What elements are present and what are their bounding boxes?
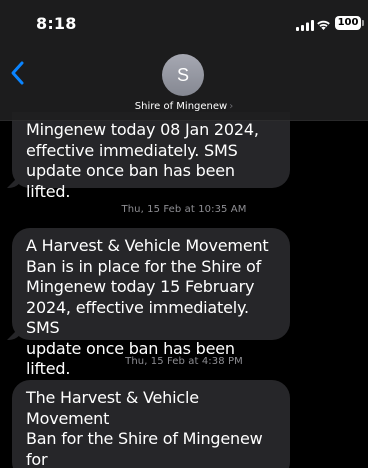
message-timestamp: Thu, 15 Feb at 10:35 AM	[0, 204, 368, 215]
message-timestamp: Thu, 15 Feb at 4:38 PM	[0, 356, 368, 367]
timestamp-day: Thu, 15 Feb	[121, 204, 182, 215]
status-time: 8:18	[36, 14, 77, 33]
message-bubble[interactable]: Mingenew today 08 Jan 2024, effective im…	[12, 112, 290, 201]
timestamp-time: at 10:35 AM	[184, 204, 247, 215]
chevron-right-icon: ›	[229, 101, 234, 112]
chevron-left-icon[interactable]	[8, 60, 28, 86]
cellular-signal-icon	[296, 20, 314, 31]
timestamp-day: Thu, 15 Feb	[125, 356, 186, 367]
contact-name-label: Shire of Mingenew	[134, 101, 228, 112]
message-bubble[interactable]: A Harvest & Vehicle Movement Ban is in p…	[12, 228, 290, 378]
wifi-icon	[317, 20, 330, 30]
battery-icon: 100	[335, 16, 364, 30]
messages-screen: Mingenew today 08 Jan 2024, effective im…	[0, 0, 368, 468]
message-bubble[interactable]: The Harvest & Vehicle Movement Ban for t…	[12, 380, 290, 468]
timestamp-time: at 4:38 PM	[188, 356, 243, 367]
status-bar: 8:18 100	[0, 0, 368, 40]
contact-name[interactable]: Shire of Mingenew ›	[0, 101, 368, 112]
avatar[interactable]: S	[162, 54, 204, 96]
conversation-header: 8:18 100 S Shire of Mingenew ›	[0, 0, 368, 121]
